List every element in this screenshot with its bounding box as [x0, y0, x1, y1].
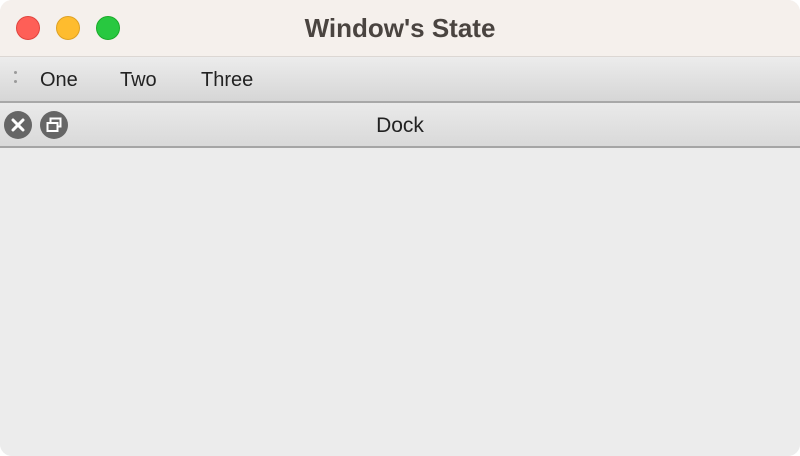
toolbar-button-two[interactable]: Two [120, 57, 157, 101]
dock-title-bar[interactable]: Dock [0, 103, 800, 148]
toolbar: One Two Three [0, 57, 800, 103]
toolbar-button-one[interactable]: One [40, 57, 78, 101]
title-bar[interactable]: Window's State [0, 0, 800, 57]
toolbar-button-three[interactable]: Three [201, 57, 253, 101]
app-window: Window's State One Two Three Dock [0, 0, 800, 456]
toolbar-grip-icon[interactable] [14, 71, 18, 87]
main-content-area [0, 148, 800, 456]
window-title: Window's State [304, 13, 496, 43]
dock-title: Dock [376, 114, 424, 137]
